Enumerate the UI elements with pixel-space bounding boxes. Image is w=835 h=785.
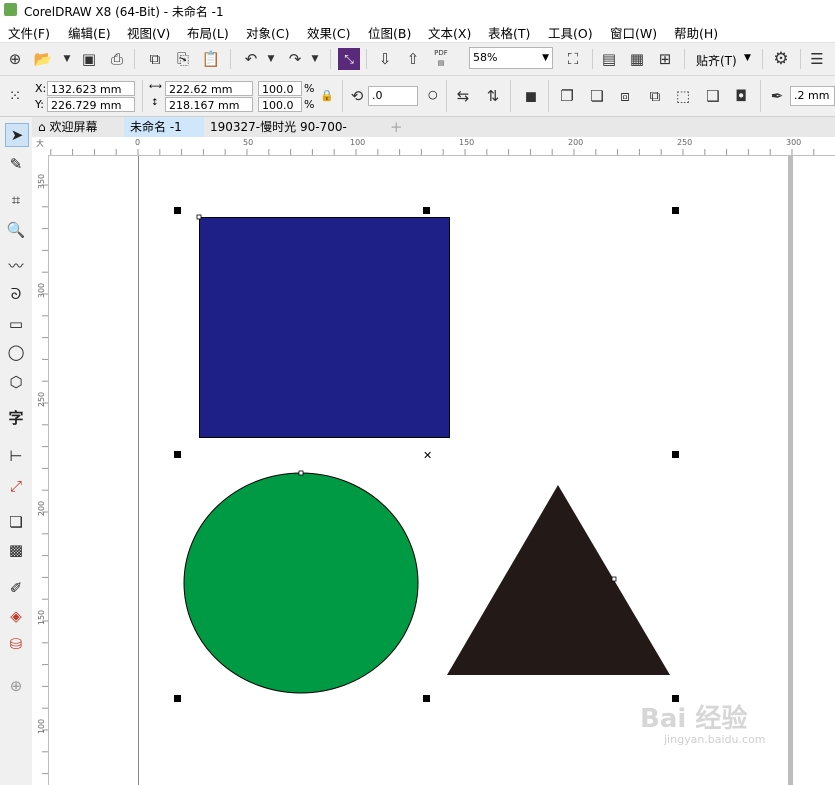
selection-handle-bottom-left[interactable]: [174, 695, 181, 702]
selection-handle-middle-right[interactable]: [672, 451, 679, 458]
blue-rectangle[interactable]: [199, 217, 450, 438]
ellipse-node[interactable]: [298, 470, 304, 476]
selection-center-x-icon[interactable]: ✕: [423, 449, 432, 462]
triangle-node[interactable]: [611, 576, 617, 582]
baidu-watermark-logo: Bai 经验: [640, 704, 748, 734]
selection-handle-middle-left[interactable]: [174, 451, 181, 458]
rectangle-node[interactable]: [196, 214, 202, 220]
black-triangle[interactable]: [447, 485, 670, 675]
selection-handle-top-center[interactable]: [423, 207, 430, 214]
green-ellipse[interactable]: [183, 472, 419, 694]
selection-handle-bottom-center[interactable]: [423, 695, 430, 702]
baidu-watermark-url: jingyan.baidu.com: [664, 733, 766, 746]
selection-handle-top-left[interactable]: [174, 207, 181, 214]
selection-handle-top-right[interactable]: [672, 207, 679, 214]
drawing-objects: ✕: [183, 214, 670, 694]
